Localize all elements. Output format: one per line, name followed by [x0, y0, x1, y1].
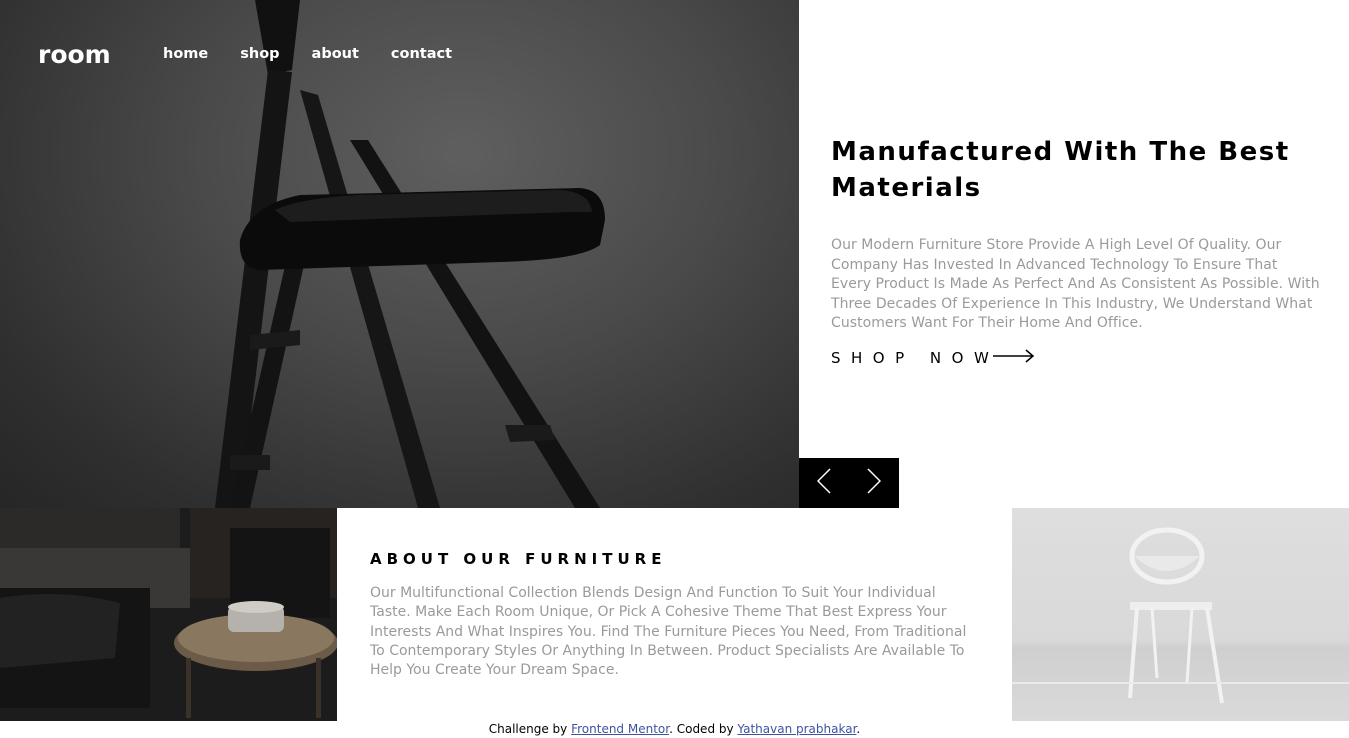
- shop-now-button[interactable]: SHOP NOW: [831, 348, 1035, 367]
- attribution-prefix: Challenge by: [488, 722, 572, 736]
- slider-prev-button[interactable]: [799, 458, 849, 508]
- about-light-image: [1012, 508, 1349, 721]
- attribution-middle: . Coded by: [669, 722, 738, 736]
- about-dark-image: [0, 508, 337, 721]
- chevron-left-icon: [816, 468, 831, 498]
- nav-home[interactable]: home: [163, 46, 208, 62]
- hero-image: [0, 0, 799, 508]
- slider-controls: [799, 458, 899, 508]
- nav-contact[interactable]: contact: [391, 46, 452, 62]
- attribution-suffix: .: [856, 722, 861, 736]
- about-title: ABOUT OUR FURNITURE: [370, 550, 667, 568]
- hero-content: Manufactured With The Best Materials Our…: [831, 134, 1321, 334]
- author-link[interactable]: Yathavan prabhakar: [737, 722, 856, 736]
- attribution: Challenge by Frontend Mentor. Coded by Y…: [0, 721, 1349, 737]
- shop-now-label: SHOP NOW: [831, 348, 1000, 367]
- frontend-mentor-link[interactable]: Frontend Mentor: [571, 722, 669, 736]
- chevron-right-icon: [867, 468, 882, 498]
- about-content: ABOUT OUR FURNITURE Our Multifunctional …: [370, 550, 980, 680]
- nav-shop[interactable]: shop: [240, 46, 279, 62]
- hero-description: Our Modern Furniture Store Provide A Hig…: [831, 237, 1320, 331]
- hero-title: Manufactured With The Best Materials: [831, 137, 1290, 203]
- about-description: Our Multifunctional Collection Blends De…: [370, 585, 967, 679]
- slider-next-button[interactable]: [849, 458, 899, 508]
- nav-about[interactable]: about: [312, 46, 359, 62]
- logo[interactable]: room: [38, 40, 111, 69]
- main-nav: home shop about contact: [163, 46, 484, 62]
- arrow-right-icon: [993, 348, 1035, 367]
